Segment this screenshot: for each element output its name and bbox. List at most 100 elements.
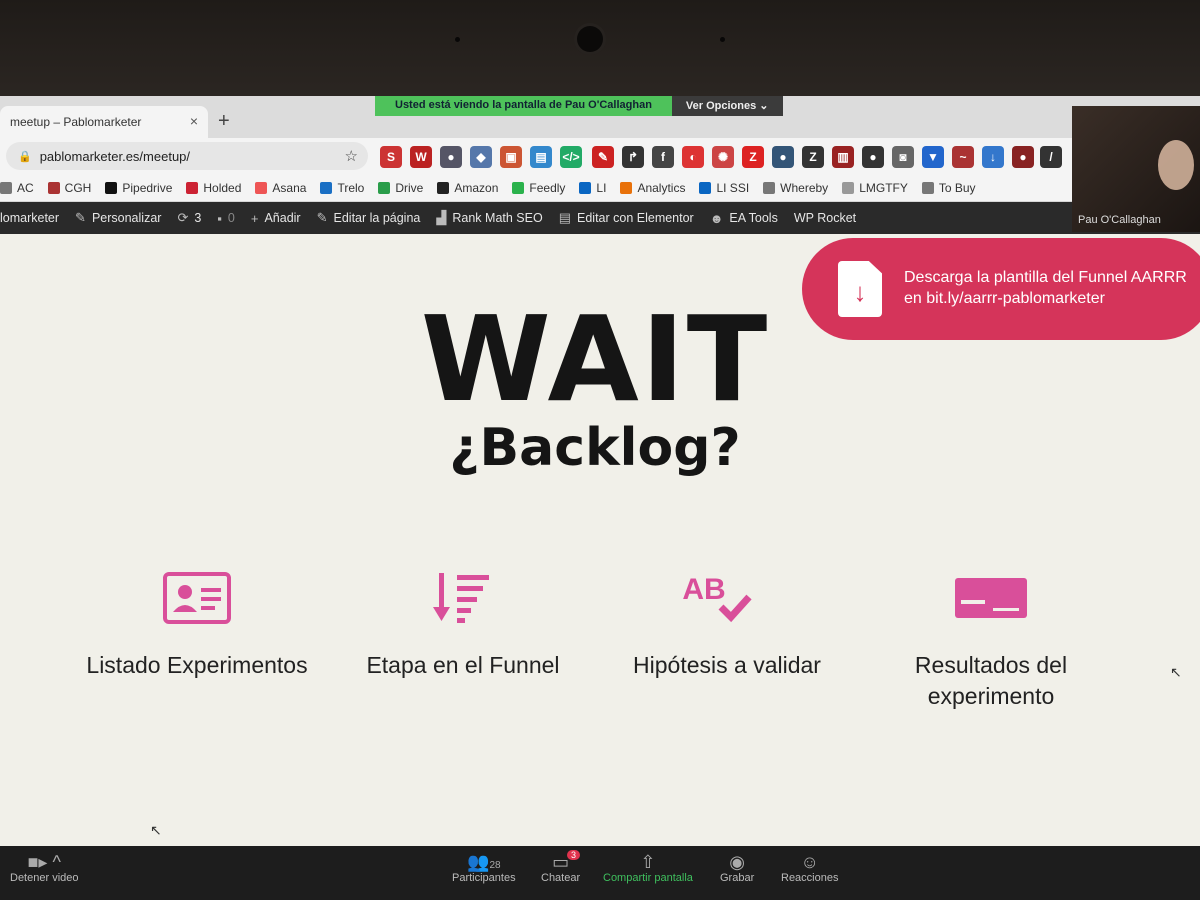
extension-icon[interactable]: ◆ [470,146,492,168]
participant-video[interactable]: Pau O'Callaghan [1072,106,1200,232]
extension-icon[interactable]: ~ [952,146,974,168]
linkedin-icon [699,181,712,194]
bookmark-item[interactable]: Holded [186,181,241,195]
chat-button[interactable]: ▭ 3 Chatear [541,850,581,884]
card-label: Hipótesis a validar [633,652,821,678]
participants-label: Participantes [452,872,516,884]
plus-icon: + [250,210,259,226]
extension-icon[interactable]: ✺ [712,146,734,168]
extension-icon[interactable]: ▼ [922,146,944,168]
mouse-pointer-icon: ↖ [150,822,162,838]
share-screen-icon: ⇧ [640,852,656,872]
sort-list-icon [338,570,588,626]
share-screen-button[interactable]: ⇧ Compartir pantalla [603,852,693,884]
participants-count: 28 [489,860,501,871]
extension-icon[interactable]: ● [772,146,794,168]
wp-rocket-link[interactable]: WP Rocket [794,211,856,225]
amazon-icon [437,181,450,194]
zoom-toolbar: ■▸ ^ Detener video 👥28 Participantes ▭ 3 … [0,846,1200,900]
add-new-link[interactable]: + Añadir [251,211,301,226]
record-button[interactable]: ◉ Grabar [720,852,754,884]
chat-label: Chatear [541,872,581,884]
extension-icon[interactable]: ● [440,146,462,168]
elementor-link[interactable]: ▤ Editar con Elementor [559,210,694,226]
extension-icon[interactable]: / [1040,146,1062,168]
card-listado: Listado Experimentos [72,552,322,732]
reactions-button[interactable]: ☺ Reacciones [781,852,838,884]
holded-icon [186,181,199,194]
comments-link[interactable]: ▪ 0 [217,211,235,226]
bookmark-item[interactable]: Whereby [763,181,828,195]
extension-icon[interactable]: ● [862,146,884,168]
edit-page-link[interactable]: ✎ Editar la página [317,210,421,226]
card-etapa: Etapa en el Funnel [338,552,588,732]
view-options-button[interactable]: Ver Opciones ⌄ [671,96,783,116]
extension-icon[interactable]: ▣ [500,146,522,168]
close-icon[interactable]: × [190,113,198,129]
participants-icon: 👥28 [467,852,501,872]
tab-title: meetup – Pablomarketer [10,115,142,129]
bookmark-item[interactable]: Drive [378,181,423,195]
extension-icon[interactable]: S [380,146,402,168]
bookmark-item[interactable]: Feedly [512,181,565,195]
participant-name: Pau O'Callaghan [1078,214,1161,226]
bookmark-item[interactable]: LI SSI [699,181,749,195]
rank-math-icon: ▟ [436,210,447,225]
browser-tab[interactable]: meetup – Pablomarketer × [0,106,208,138]
bookmark-item[interactable]: Trelo [320,181,364,195]
linkedin-icon [579,181,592,194]
bookmark-item[interactable]: CGH [47,181,91,195]
extension-icon[interactable]: ◐ [682,146,704,168]
customize-link[interactable]: ✎ Personalizar [75,210,161,226]
smiley-icon: ☺ [800,852,819,872]
address-bar[interactable]: 🔒 pablomarketer.es/meetup/ ☆ [6,142,368,170]
screen-share-banner: Usted está viendo la pantalla de Pau O'C… [375,96,783,116]
participants-button[interactable]: 👥28 Participantes [452,852,516,884]
share-banner-text: Usted está viendo la pantalla de Pau O'C… [375,96,672,116]
reactions-label: Reacciones [781,872,839,884]
updates-link[interactable]: ⟳ 3 [177,210,201,226]
bookmark-item[interactable]: Asana [255,181,306,195]
chat-badge: 3 [567,850,581,860]
extension-icon[interactable]: W [410,146,432,168]
mouse-pointer-icon: ↖ [1170,664,1182,680]
ea-tools-link[interactable]: ☻ EA Tools [710,211,778,226]
extension-icon[interactable]: ✎ [592,146,614,168]
extension-icon[interactable]: f [652,146,674,168]
bookmark-item[interactable]: LMGTFY [842,181,908,195]
trello-icon [320,181,333,194]
rank-math-link[interactable]: ▟ Rank Math SEO [436,210,542,226]
extension-icon[interactable]: ▥ [832,146,854,168]
brush-icon: ✎ [75,210,86,225]
bookmark-item[interactable]: AC [0,181,34,195]
site-name-link[interactable]: lomarketer [0,211,59,225]
new-tab-button[interactable]: + [218,110,230,133]
stop-video-button[interactable]: ■▸ ^ Detener video [10,852,79,884]
extension-icon[interactable]: Z [802,146,824,168]
download-icon[interactable]: ↓ [982,146,1004,168]
lock-icon: 🔒 [18,150,32,163]
extension-icon[interactable]: ▤ [530,146,552,168]
url-text: pablomarketer.es/meetup/ [39,148,191,164]
bookmark-icon [47,181,60,194]
extension-icon[interactable]: </> [560,146,582,168]
stop-video-label: Detener video [10,872,79,884]
extension-icon[interactable]: ● [1012,146,1034,168]
screen: meetup – Pablomarketer × + Usted está vi… [0,96,1200,900]
pencil-icon: ✎ [316,210,328,225]
bookmark-item[interactable]: Pipedrive [105,181,172,195]
record-icon: ◉ [729,852,745,872]
ea-icon: ☻ [709,210,724,226]
bookmark-item[interactable]: LI [579,181,606,195]
bookmark-item[interactable]: To Buy [921,181,976,195]
extension-icon[interactable]: ◙ [892,146,914,168]
bookmark-item[interactable]: Analytics [620,181,685,195]
slide-content: ↓ Descarga la plantilla del Funnel AARRR… [0,234,1200,846]
bookmark-item[interactable]: Amazon [437,181,498,195]
bookmark-star-icon[interactable]: ☆ [345,147,358,165]
card-label: Etapa en el Funnel [366,652,560,678]
chat-icon: ▭ 3 [541,850,581,872]
extension-icon[interactable]: Z [742,146,764,168]
extension-icon[interactable]: ↱ [622,146,644,168]
drive-icon [378,181,391,194]
